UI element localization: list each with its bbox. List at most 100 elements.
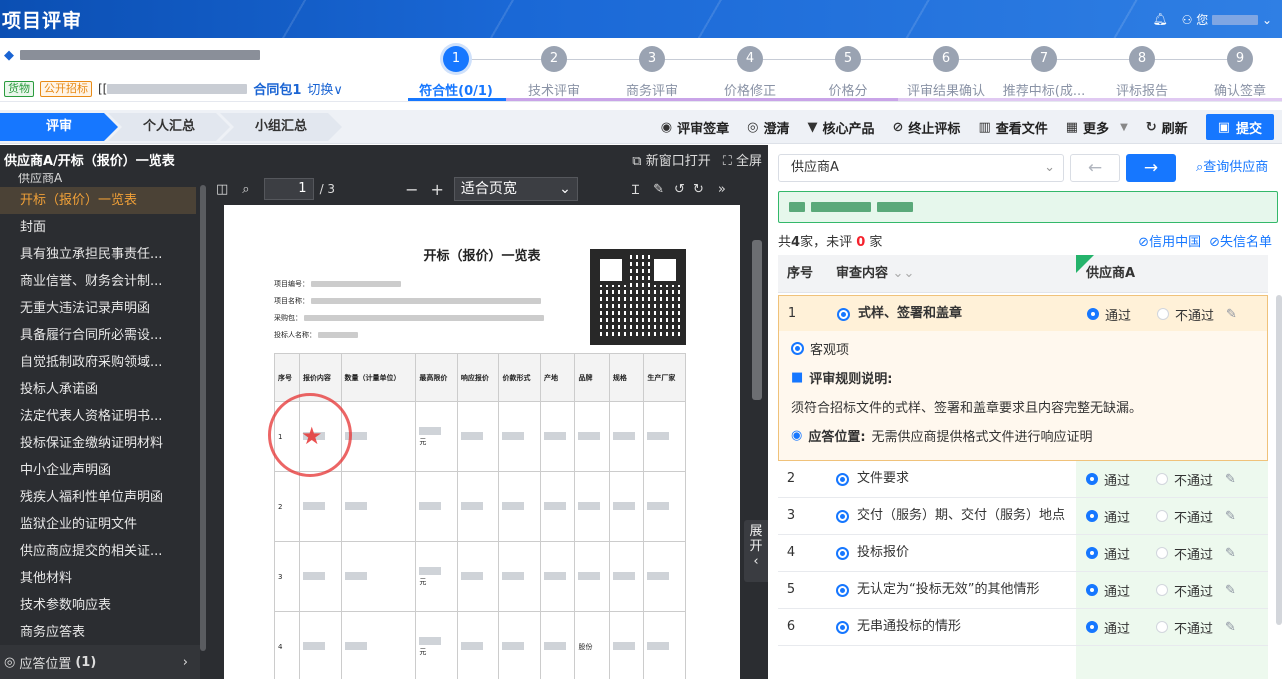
sign-button[interactable]: ◉ 评审签章 bbox=[661, 118, 729, 137]
file-item[interactable]: 具有独立承担民事责任... bbox=[0, 241, 196, 268]
pass-radio[interactable] bbox=[1086, 547, 1098, 559]
file-item[interactable]: 法定代表人资格证明书... bbox=[0, 403, 196, 430]
file-item[interactable]: 中小企业声明函 bbox=[0, 457, 196, 484]
terminate-button[interactable]: ⊘ 终止评标 bbox=[893, 118, 961, 137]
review-row[interactable]: 2 文件要求 通过 不通过 ✎ bbox=[778, 461, 1268, 498]
review-row[interactable]: 3 交付（服务）期、交付（服务）地点 通过 不通过 ✎ bbox=[778, 498, 1268, 535]
step-business[interactable]: 3 商务评审 bbox=[604, 46, 700, 99]
pdf-meta-label: 投标人名称： bbox=[274, 331, 316, 339]
pass-radio[interactable] bbox=[1086, 510, 1098, 522]
page-number-input[interactable]: 1 bbox=[263, 178, 314, 200]
tab-personal-summary[interactable]: 个人汇总 bbox=[108, 113, 230, 141]
submit-button[interactable]: ▣ 提交 bbox=[1205, 114, 1274, 140]
edit-icon[interactable]: ✎ bbox=[1225, 583, 1236, 598]
file-item[interactable]: 供应商应提交的相关证... bbox=[0, 538, 196, 565]
file-list-scrollbar[interactable] bbox=[200, 185, 206, 651]
edit-icon[interactable]: ✎ bbox=[1225, 546, 1236, 561]
user-menu[interactable]: ⚇ 您 ⌄ bbox=[1182, 11, 1272, 28]
file-item[interactable]: 其他材料 bbox=[0, 565, 196, 592]
file-item[interactable]: 封面 bbox=[0, 214, 196, 241]
file-item[interactable]: 投标人承诺函 bbox=[0, 376, 196, 403]
new-window-button[interactable]: ⧉ 新窗口打开 bbox=[632, 150, 710, 169]
objective-icon bbox=[791, 342, 804, 355]
fail-radio[interactable] bbox=[1156, 510, 1169, 522]
review-row[interactable]: 1 式样、签署和盖章 通过 不通过 ✎ bbox=[778, 295, 1268, 332]
clarify-button[interactable]: ◎ 澄清 bbox=[747, 118, 789, 137]
edit-icon[interactable]: ✎ bbox=[1225, 509, 1236, 524]
file-item[interactable]: 技术参数响应表 bbox=[0, 592, 196, 619]
fail-radio[interactable] bbox=[1156, 473, 1169, 485]
tab-review[interactable]: 评审 bbox=[0, 113, 118, 141]
file-item[interactable]: 商业信誉、财务会计制... bbox=[0, 268, 196, 295]
file-item[interactable]: 投标保证金缴纳证明材料 bbox=[0, 430, 196, 457]
edit-icon[interactable]: ✎ bbox=[1225, 620, 1236, 635]
fail-radio[interactable] bbox=[1157, 308, 1170, 320]
tab-group-summary[interactable]: 小组汇总 bbox=[220, 113, 342, 141]
fullscreen-label: 全屏 bbox=[735, 153, 762, 169]
search-icon[interactable]: ⌕ bbox=[242, 182, 249, 197]
step-price-correction[interactable]: 4 价格修正 bbox=[702, 46, 798, 99]
edit-icon[interactable]: ✎ bbox=[1226, 307, 1237, 322]
prev-supplier-button[interactable]: ← bbox=[1070, 154, 1120, 182]
file-item[interactable]: 自觉抵制政府采购领域... bbox=[0, 349, 196, 376]
pass-radio[interactable] bbox=[1087, 308, 1099, 320]
price-unit: 元 bbox=[419, 437, 427, 446]
sidebar-toggle-icon[interactable]: ◫ bbox=[216, 182, 228, 197]
step-compliance[interactable]: 1 符合性(0/1) bbox=[408, 46, 504, 99]
step-recommend[interactable]: 7 推荐中标(成... bbox=[996, 46, 1092, 99]
fail-radio[interactable] bbox=[1156, 621, 1169, 633]
step-label: 评审结果确认 bbox=[906, 84, 985, 99]
bell-icon[interactable]: 🔔︎ bbox=[1152, 12, 1167, 26]
pen-icon[interactable]: ✎ bbox=[653, 182, 664, 197]
zoom-out-button[interactable]: − bbox=[405, 180, 418, 199]
step-price-score[interactable]: 5 价格分 bbox=[800, 46, 896, 99]
supplier-select[interactable]: 供应商A ⌄ bbox=[778, 154, 1064, 182]
fail-radio[interactable] bbox=[1156, 584, 1169, 596]
fail-label: 不通过 bbox=[1174, 621, 1214, 637]
review-row[interactable]: 6 无串通投标的情形 通过 不通过 ✎ bbox=[778, 609, 1268, 646]
step-technical[interactable]: 2 技术评审 bbox=[506, 46, 602, 99]
answer-location-toggle[interactable]: ◎ 应答位置 (1) › bbox=[0, 645, 200, 679]
credit-china-link[interactable]: ⊘信用中国 bbox=[1138, 231, 1201, 250]
step-number: 1 bbox=[443, 46, 469, 72]
more-tools-icon[interactable]: » bbox=[718, 182, 726, 197]
fullscreen-button[interactable]: ⛶ 全屏 bbox=[723, 150, 762, 169]
row-item: 式样、签署和盖章 bbox=[858, 306, 963, 321]
file-item[interactable]: 具备履行合同所必需设... bbox=[0, 322, 196, 349]
package-switch-link[interactable]: 切换∨ bbox=[307, 79, 343, 98]
fail-radio[interactable] bbox=[1156, 547, 1169, 559]
file-item[interactable]: 无重大违法记录声明函 bbox=[0, 295, 196, 322]
file-item[interactable]: 开标（报价）一览表 bbox=[0, 187, 196, 214]
pass-radio[interactable] bbox=[1086, 473, 1098, 485]
redacted bbox=[311, 281, 401, 287]
zoom-select[interactable]: 适合页宽 ⌄ bbox=[453, 177, 578, 201]
review-scrollbar[interactable] bbox=[1276, 295, 1282, 625]
pass-radio[interactable] bbox=[1086, 621, 1098, 633]
blacklist-link[interactable]: ⊘失信名单 bbox=[1209, 231, 1272, 250]
collapse-icon[interactable]: ⌄⌄ bbox=[893, 266, 915, 281]
step-result-confirm[interactable]: 6 评审结果确认 bbox=[898, 46, 994, 99]
text-cursor-icon[interactable]: Ɪ bbox=[632, 180, 639, 198]
rotate-ccw-icon[interactable]: ↺ bbox=[674, 182, 685, 197]
more-button[interactable]: ▦ 更多 ▼ bbox=[1066, 118, 1128, 137]
query-supplier-link[interactable]: ⌕查询供应商 bbox=[1196, 154, 1268, 182]
file-item[interactable]: 残疾人福利性单位声明函 bbox=[0, 484, 196, 511]
core-product-button[interactable]: ▼ 核心产品 bbox=[808, 118, 875, 137]
view-files-button[interactable]: ▥ 查看文件 bbox=[978, 118, 1047, 137]
review-row[interactable]: 5 无认定为“投标无效”的其他情形 通过 不通过 ✎ bbox=[778, 572, 1268, 609]
refresh-button[interactable]: ↻ 刷新 bbox=[1146, 118, 1188, 137]
step-sign[interactable]: 9 确认签章 bbox=[1192, 46, 1282, 99]
step-report[interactable]: 8 评标报告 bbox=[1094, 46, 1190, 99]
file-item[interactable]: 商务应答表 bbox=[0, 619, 196, 646]
step-number: 2 bbox=[541, 46, 567, 72]
file-item[interactable]: 监狱企业的证明文件 bbox=[0, 511, 196, 538]
next-supplier-button[interactable]: → bbox=[1126, 154, 1176, 182]
pass-radio[interactable] bbox=[1086, 584, 1098, 596]
pdf-scrollbar[interactable] bbox=[752, 240, 762, 400]
expand-panel-button[interactable]: 展开 ‹ bbox=[744, 520, 768, 582]
zoom-in-button[interactable]: + bbox=[430, 180, 443, 199]
edit-icon[interactable]: ✎ bbox=[1225, 472, 1236, 487]
review-row[interactable]: 4 投标报价 通过 不通过 ✎ bbox=[778, 535, 1268, 572]
rotate-cw-icon[interactable]: ↻ bbox=[693, 182, 704, 197]
chevron-right-icon: › bbox=[182, 654, 188, 670]
